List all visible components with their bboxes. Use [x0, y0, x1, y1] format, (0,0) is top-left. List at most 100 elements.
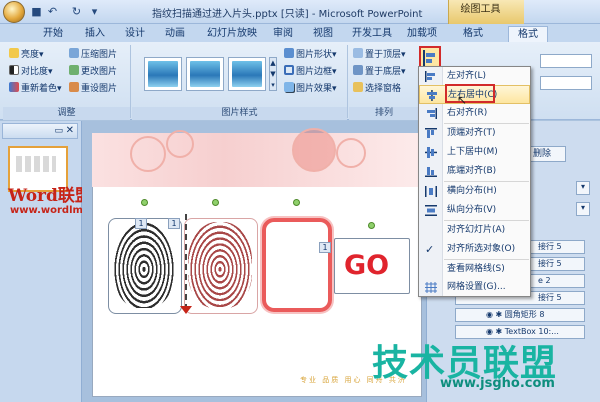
- width-field[interactable]: [540, 76, 592, 90]
- tab-animation[interactable]: 动画: [160, 26, 190, 42]
- menu-item-distribute-vertical[interactable]: 纵向分布(V): [419, 201, 530, 220]
- selection-pane-button[interactable]: 选择窗格: [353, 82, 401, 96]
- picture-border-button[interactable]: 图片边框▾: [284, 65, 337, 79]
- tab-review[interactable]: 审阅: [268, 26, 298, 42]
- outline-tab-icon[interactable]: ▭: [54, 126, 63, 136]
- compress-pictures-button[interactable]: 压缩图片: [69, 48, 117, 62]
- shape-icon: ✱: [495, 310, 505, 319]
- align-right-icon: [425, 108, 437, 119]
- menu-item-align-to-slide[interactable]: 对齐幻灯片(A): [419, 221, 530, 240]
- bring-front-icon: [353, 48, 363, 58]
- picture-effects-button[interactable]: 图片效果▾: [284, 82, 337, 96]
- selection-pane-icon: [353, 82, 363, 92]
- send-to-back-button[interactable]: 置于底层▾: [353, 65, 406, 79]
- animation-tag: 1: [319, 242, 331, 253]
- align-bottom-icon: [425, 166, 437, 177]
- group-label-arrange: 排列: [349, 107, 419, 120]
- menu-item-align-right[interactable]: 右对齐(R): [419, 104, 530, 123]
- deco-circle: [130, 136, 166, 172]
- rotate-handle[interactable]: [368, 222, 375, 229]
- menu-item-align-selected[interactable]: ✓ 对齐所选对象(O): [419, 240, 530, 259]
- context-tab-group-extra: [512, 0, 524, 24]
- align-icon: [423, 50, 435, 66]
- rotate-handle[interactable]: [293, 199, 300, 206]
- reset-picture-button[interactable]: 重设图片: [69, 82, 117, 96]
- align-top-icon: [425, 128, 437, 139]
- menu-item-grid-settings[interactable]: 网格设置(G)...: [419, 278, 530, 297]
- align-center-icon: [426, 90, 438, 101]
- thumbnail-preview: [16, 156, 56, 172]
- contrast-button[interactable]: 对比度▾: [9, 65, 53, 79]
- fingerprint-black: [114, 222, 174, 308]
- scan-line: [185, 214, 187, 310]
- menu-item-view-gridlines[interactable]: 查看网格线(S): [419, 260, 530, 279]
- group-adjust: 亮度▾ 对比度▾ 重新着色▾ 压缩图片 更改图片 重设图片 调整: [3, 45, 131, 120]
- redo-icon[interactable]: ↻: [70, 5, 83, 18]
- deco-circle: [336, 138, 366, 168]
- picture-style-3[interactable]: [228, 57, 266, 91]
- group-label-picture-styles: 图片样式: [132, 107, 347, 120]
- tab-insert[interactable]: 插入: [80, 26, 110, 42]
- deco-circle: [292, 128, 336, 172]
- distribute-horizontal-icon: [425, 186, 437, 197]
- rotate-handle[interactable]: [212, 199, 219, 206]
- mouse-cursor-icon: ↖: [457, 93, 468, 107]
- dropdown-arrow-icon[interactable]: ▾: [576, 202, 590, 216]
- selection-row[interactable]: ◉ ✱ 圆角矩形 8: [455, 308, 585, 322]
- tab-format-picture[interactable]: 格式: [508, 26, 548, 42]
- tab-view[interactable]: 视图: [308, 26, 338, 42]
- tab-home[interactable]: 开始: [38, 26, 68, 42]
- distribute-vertical-icon: [425, 205, 437, 216]
- tab-slideshow[interactable]: 幻灯片放映: [204, 26, 260, 42]
- customize-qat-icon[interactable]: ▾: [88, 5, 101, 18]
- tab-addins[interactable]: 加载项: [404, 26, 440, 42]
- shape-icon: [284, 48, 294, 58]
- bring-to-front-button[interactable]: 置于顶层▾: [353, 48, 406, 62]
- menu-item-align-top[interactable]: 顶端对齐(T): [419, 124, 530, 143]
- close-icon[interactable]: ✕: [66, 125, 74, 136]
- picture-style-1[interactable]: [144, 57, 182, 91]
- contrast-icon: [9, 65, 19, 75]
- height-field[interactable]: [540, 54, 592, 68]
- group-picture-styles: ▲ ▼ ▾ 图片形状▾ 图片边框▾ 图片效果▾ 图片样式: [132, 45, 348, 120]
- tab-format-drawing[interactable]: 格式: [458, 26, 488, 42]
- group-arrange: 置于顶层▾ 置于底层▾ 选择窗格 排列: [349, 45, 421, 120]
- scan-arrow-icon: [180, 306, 192, 314]
- menu-item-distribute-horizontal[interactable]: 横向分布(H): [419, 182, 530, 201]
- rounded-rectangle[interactable]: [262, 218, 332, 312]
- rotate-handle[interactable]: [141, 199, 148, 206]
- picture-style-2[interactable]: [186, 57, 224, 91]
- undo-icon[interactable]: ↶: [46, 5, 59, 18]
- menu-item-align-middle[interactable]: 上下居中(M): [419, 143, 530, 162]
- group-label-adjust: 调整: [3, 107, 130, 120]
- border-icon: [284, 65, 294, 75]
- align-middle-icon: [425, 147, 437, 158]
- go-text: GO: [344, 250, 390, 281]
- window-title: 指纹扫描通过进入片头.pptx [只读] - Microsoft PowerPo…: [152, 9, 423, 20]
- picture-shape-button[interactable]: 图片形状▾: [284, 48, 337, 62]
- menu-item-align-bottom[interactable]: 底端对齐(B): [419, 162, 530, 181]
- tab-developer[interactable]: 开发工具: [350, 26, 394, 42]
- animation-tag: 1: [135, 218, 147, 229]
- brightness-icon: [9, 48, 19, 58]
- style-gallery-scroll[interactable]: ▲ ▼ ▾: [269, 57, 277, 91]
- align-left-icon: [425, 71, 437, 82]
- grid-settings-icon: [425, 282, 437, 293]
- change-picture-button[interactable]: 更改图片: [69, 65, 117, 79]
- effects-icon: [284, 82, 294, 92]
- ribbon-tabs: 开始 插入 设计 动画 幻灯片放映 审阅 视图 开发工具 加载项 格式 格式: [0, 24, 600, 42]
- brightness-button[interactable]: 亮度▾: [9, 48, 44, 62]
- deco-circle: [166, 130, 194, 158]
- dropdown-arrow-icon[interactable]: ▾: [576, 181, 590, 195]
- recolor-button[interactable]: 重新着色▾: [9, 82, 62, 96]
- office-button[interactable]: [3, 1, 25, 23]
- check-icon: ✓: [425, 243, 435, 256]
- change-picture-icon: [69, 65, 79, 75]
- save-icon[interactable]: ■: [30, 5, 43, 18]
- tab-design[interactable]: 设计: [120, 26, 150, 42]
- compress-icon: [69, 48, 79, 58]
- visibility-eye-icon[interactable]: ◉: [486, 310, 496, 319]
- highlight-box-center: [445, 84, 495, 103]
- recolor-icon: [9, 82, 19, 92]
- fingerprint-red: [188, 222, 252, 308]
